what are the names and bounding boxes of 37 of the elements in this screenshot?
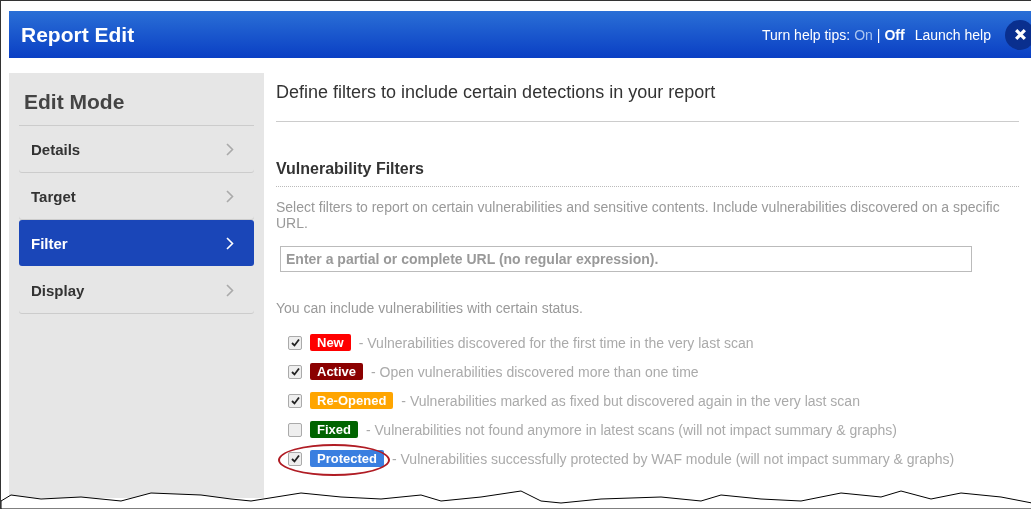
section-title: Vulnerability Filters	[276, 160, 1019, 187]
launch-help-link[interactable]: Launch help	[914, 26, 991, 43]
help-tips-label: Turn help tips:	[761, 26, 851, 43]
close-icon	[1013, 28, 1027, 41]
status-description: - Vulnerabilities discovered for the first time in the very last scan	[358, 334, 754, 351]
checkbox[interactable]	[288, 364, 302, 379]
chevron-icon	[226, 142, 234, 156]
sidebar-item[interactable]: Target	[19, 173, 254, 219]
checkbox[interactable]	[288, 451, 302, 466]
status-description: - Vulnerabilities successfully protected by WAF module (will not impact summary & graphs)	[391, 450, 955, 467]
status-description: - Vulnerabilities not found anymore in latest scans (will not impact summary & graphs)	[365, 421, 897, 438]
help-tips-off[interactable]: Off	[884, 26, 905, 43]
status-tag: Fixed	[310, 421, 358, 438]
chevron-icon	[226, 189, 234, 203]
status-tag: New	[310, 334, 351, 351]
sidebar-item[interactable]: Filter	[19, 220, 254, 266]
page-heading: Define filters to include certain detections in your report	[276, 82, 1019, 122]
sidebar-title: Edit Mode	[19, 73, 254, 126]
window-title: Report Edit	[21, 22, 136, 47]
intro-text: Select filters to report on certain vulnerabilities and sensitive contents. Include vulnerabilities discovered on a specific URL.	[276, 199, 1001, 231]
sidebar-item[interactable]: Details	[19, 126, 254, 172]
close-button[interactable]	[1005, 19, 1031, 50]
separator: |	[876, 26, 881, 43]
chevron-icon	[226, 283, 234, 297]
help-tips-on[interactable]: On	[854, 26, 873, 43]
checkbox[interactable]	[288, 393, 302, 408]
status-intro-text: You can include vulnerabilities with certain status.	[276, 300, 584, 316]
status-tag: Active	[310, 363, 364, 380]
status-description: - Open vulnerabilities discovered more than one time	[371, 363, 699, 380]
url-input-field[interactable]: Enter a partial or complete URL (no regular expression).	[280, 246, 972, 272]
checkbox[interactable]	[288, 335, 302, 350]
status-tag: Re-Opened	[310, 392, 394, 409]
sidebar-item[interactable]: Display	[19, 267, 254, 313]
status-description: - Vulnerabilities marked as fixed but discovered again in the very last scan	[401, 392, 860, 409]
checkbox[interactable]	[288, 422, 302, 437]
chevron-icon	[226, 236, 234, 250]
status-tag: Protected	[310, 450, 384, 467]
